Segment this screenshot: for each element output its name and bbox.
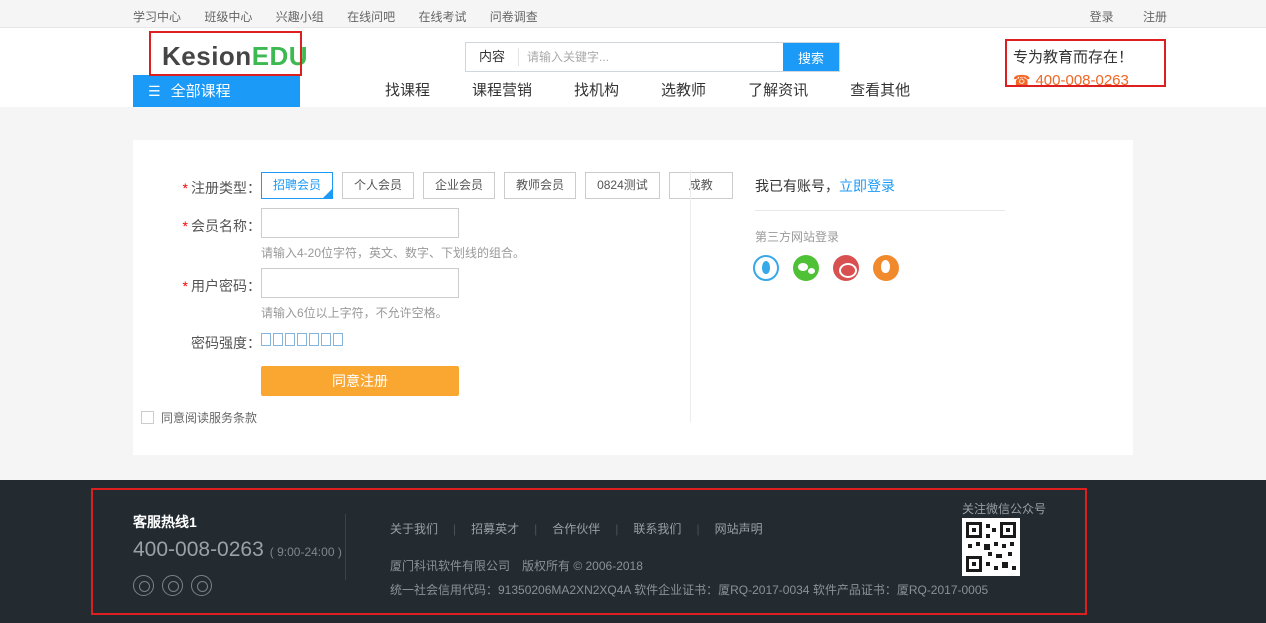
login-link[interactable]: 登录 [1090, 10, 1114, 24]
top-link-survey[interactable]: 问卷调查 [490, 10, 538, 24]
logo-text-kesion: Kesion [162, 41, 252, 71]
password-label: *用户密码： [133, 276, 261, 296]
top-link-online-qa[interactable]: 在线问吧 [347, 10, 395, 24]
footer-link-contact-us[interactable]: 联系我们 [633, 522, 681, 536]
registration-card: *注册类型： 招聘会员 个人会员 企业会员 教师会员 0824测试 成教 *会员… [133, 140, 1133, 455]
top-account-links: 登录 注册 [1064, 8, 1167, 25]
strength-box [309, 333, 319, 346]
footer-links: 关于我们 | 招募英才 | 合作伙伴 | 联系我们 | 网站声明 [390, 520, 763, 537]
footer-link-separator: | [534, 522, 537, 536]
footer-copyright: 厦门科讯软件有限公司 版权所有 © 2006-2018 [390, 557, 643, 574]
search-input[interactable] [519, 43, 783, 71]
wechat-qr-label: 关注微信公众号 [962, 500, 1046, 517]
member-name-input[interactable] [261, 208, 459, 238]
top-link-interest-groups[interactable]: 兴趣小组 [276, 10, 324, 24]
have-account-text: 我已有账号，立即登录 [755, 176, 895, 196]
terms-row: 同意阅读服务条款 [141, 409, 257, 426]
third-party-icons [753, 255, 899, 281]
member-name-hint: 请输入4-20位字符，英文、数字、下划线的组合。 [261, 244, 525, 261]
footer-link-separator: | [696, 522, 699, 536]
reg-type-0824-test[interactable]: 0824测试 [585, 172, 660, 199]
reg-type-teacher-member[interactable]: 教师会员 [504, 172, 576, 199]
side-divider [755, 210, 1005, 211]
strength-box [333, 333, 343, 346]
top-nav-links: 学习中心 班级中心 兴趣小组 在线问吧 在线考试 问卷调查 [133, 8, 558, 25]
tencent-weibo-icon[interactable] [873, 255, 899, 281]
footer-link-partners[interactable]: 合作伙伴 [552, 522, 600, 536]
register-link[interactable]: 注册 [1143, 10, 1167, 24]
weibo-icon[interactable] [833, 255, 859, 281]
hotline-number-header: ☎400-008-0263 [1013, 72, 1133, 89]
strength-box [321, 333, 331, 346]
footer-divider [345, 514, 346, 580]
top-utility-bar: 学习中心 班级中心 兴趣小组 在线问吧 在线考试 问卷调查 登录 注册 [0, 0, 1266, 28]
nav-item-choose-teachers[interactable]: 选教师 [661, 75, 706, 107]
search-bar: 内容 搜索 [465, 42, 840, 72]
reg-type-personal-member[interactable]: 个人会员 [342, 172, 414, 199]
reg-type-chengjiao[interactable]: 成教 [669, 172, 733, 199]
agree-register-button[interactable]: 同意注册 [261, 366, 459, 396]
nav-item-news[interactable]: 了解资讯 [748, 75, 808, 107]
menu-icon: ☰ [148, 83, 161, 99]
wechat-icon[interactable] [793, 255, 819, 281]
site-logo[interactable]: KesionEDU [162, 41, 308, 72]
footer-link-careers[interactable]: 招募英才 [471, 522, 519, 536]
strength-box [261, 333, 271, 346]
hotline-number-footer: 400-008-0263( 9:00-24:00 ) [133, 538, 342, 562]
password-input[interactable] [261, 268, 459, 298]
reg-type-options: 招聘会员 个人会员 企业会员 教师会员 0824测试 成教 [261, 172, 742, 199]
logo-text-edu: EDU [252, 41, 308, 71]
qq-icon[interactable] [753, 255, 779, 281]
password-strength-meter [261, 333, 343, 346]
required-mark: * [183, 180, 188, 196]
password-strength-label: 密码强度： [133, 333, 261, 353]
footer-link-about-us[interactable]: 关于我们 [390, 522, 438, 536]
footer-credit-codes: 统一社会信用代码：91350206MA2XN2XQ4A 软件企业证书：厦RQ-2… [390, 581, 988, 598]
header-contact: 专为教育而存在！ ☎400-008-0263 [1013, 46, 1133, 89]
strength-box [273, 333, 283, 346]
search-category-selector[interactable]: 内容 [466, 43, 518, 71]
footer-social-icons [133, 575, 212, 596]
strength-box [297, 333, 307, 346]
footer-link-separator: | [615, 522, 618, 536]
member-name-label: *会员名称： [133, 216, 261, 236]
form-divider [690, 170, 691, 422]
strength-box [285, 333, 295, 346]
reg-type-enterprise-member[interactable]: 企业会员 [423, 172, 495, 199]
top-link-online-exam[interactable]: 在线考试 [418, 10, 466, 24]
all-courses-button[interactable]: ☰全部课程 [133, 75, 300, 107]
search-button[interactable]: 搜索 [783, 43, 839, 71]
footer-link-site-statement[interactable]: 网站声明 [715, 522, 763, 536]
site-footer: 客服热线1 400-008-0263( 9:00-24:00 ) 关于我们 | 招募… [0, 480, 1266, 623]
third-party-label: 第三方网站登录 [755, 228, 839, 245]
terms-checkbox[interactable] [141, 411, 154, 424]
site-header: KesionEDU 内容 搜索 专为教育而存在！ ☎400-008-0263 ☰… [0, 29, 1266, 107]
footer-wechat-icon[interactable] [191, 575, 212, 596]
footer-link-separator: | [453, 522, 456, 536]
hotline-hours: ( 9:00-24:00 ) [270, 545, 342, 559]
nav-item-course-marketing[interactable]: 课程营销 [472, 75, 532, 107]
nav-item-find-courses[interactable]: 找课程 [385, 75, 430, 107]
wechat-qr-code [962, 518, 1020, 576]
nav-item-others[interactable]: 查看其他 [850, 75, 910, 107]
hotline-label: 客服热线1 [133, 512, 197, 532]
qr-code-image [962, 518, 1020, 576]
phone-icon: ☎ [1013, 72, 1030, 88]
slogan-text: 专为教育而存在！ [1013, 46, 1133, 67]
top-link-learning-center[interactable]: 学习中心 [133, 10, 181, 24]
top-link-class-center[interactable]: 班级中心 [204, 10, 252, 24]
nav-item-find-institutions[interactable]: 找机构 [574, 75, 619, 107]
footer-weibo-icon[interactable] [133, 575, 154, 596]
terms-label: 同意阅读服务条款 [161, 409, 257, 426]
footer-qq-icon[interactable] [162, 575, 183, 596]
login-now-link[interactable]: 立即登录 [839, 178, 895, 194]
main-nav: 找课程 课程营销 找机构 选教师 了解资讯 查看其他 [385, 75, 952, 107]
password-hint: 请输入6位以上字符，不允许空格。 [261, 304, 448, 321]
reg-type-recruit-member[interactable]: 招聘会员 [261, 172, 333, 199]
reg-type-label: *注册类型： [133, 178, 261, 198]
main-area: *注册类型： 招聘会员 个人会员 企业会员 教师会员 0824测试 成教 *会员… [0, 107, 1266, 480]
